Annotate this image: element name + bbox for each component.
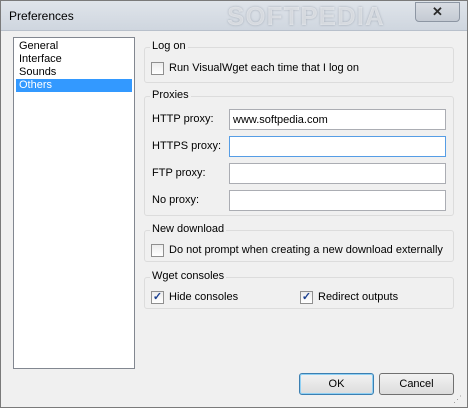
http-proxy-input[interactable]: [229, 109, 446, 130]
watermark: SOFTPEDIA: [227, 1, 385, 31]
no-proxy-label: No proxy:: [152, 194, 200, 206]
preferences-window: Preferences SOFTPEDIA ✕ General Interfac…: [0, 0, 468, 408]
run-on-logon-label[interactable]: Run VisualWget each time that I log on: [169, 62, 359, 74]
resize-grip-icon[interactable]: ⋰: [453, 393, 465, 405]
http-proxy-label: HTTP proxy:: [152, 113, 214, 125]
proxies-group-label: Proxies: [150, 89, 191, 101]
window-title: Preferences: [9, 9, 74, 23]
title-bar[interactable]: Preferences SOFTPEDIA ✕: [1, 1, 467, 31]
https-proxy-input[interactable]: [229, 136, 446, 157]
hide-consoles-label[interactable]: Hide consoles: [169, 291, 238, 303]
category-list[interactable]: General Interface Sounds Others: [13, 37, 135, 369]
close-button[interactable]: ✕: [415, 2, 460, 22]
wget-consoles-group-label: Wget consoles: [150, 270, 227, 282]
logon-group-label: Log on: [150, 40, 188, 52]
list-item-others[interactable]: Others: [16, 79, 132, 92]
redirect-outputs-checkbox[interactable]: ✓: [300, 291, 313, 304]
close-icon: ✕: [432, 4, 443, 19]
list-item-interface[interactable]: Interface: [16, 53, 132, 66]
redirect-outputs-label[interactable]: Redirect outputs: [318, 291, 398, 303]
list-item-sounds[interactable]: Sounds: [16, 66, 132, 79]
no-proxy-input[interactable]: [229, 190, 446, 211]
ftp-proxy-input[interactable]: [229, 163, 446, 184]
checkmark-icon: ✓: [301, 291, 312, 303]
checkmark-icon: ✓: [152, 291, 163, 303]
new-download-group-label: New download: [150, 223, 227, 235]
ftp-proxy-label: FTP proxy:: [152, 167, 206, 179]
no-prompt-label[interactable]: Do not prompt when creating a new downlo…: [169, 244, 443, 256]
list-item-general[interactable]: General: [16, 40, 132, 53]
https-proxy-label: HTTPS proxy:: [152, 140, 222, 152]
no-prompt-checkbox[interactable]: [151, 244, 164, 257]
ok-button[interactable]: OK: [299, 373, 374, 395]
cancel-button[interactable]: Cancel: [379, 373, 454, 395]
hide-consoles-checkbox[interactable]: ✓: [151, 291, 164, 304]
run-on-logon-checkbox[interactable]: [151, 62, 164, 75]
